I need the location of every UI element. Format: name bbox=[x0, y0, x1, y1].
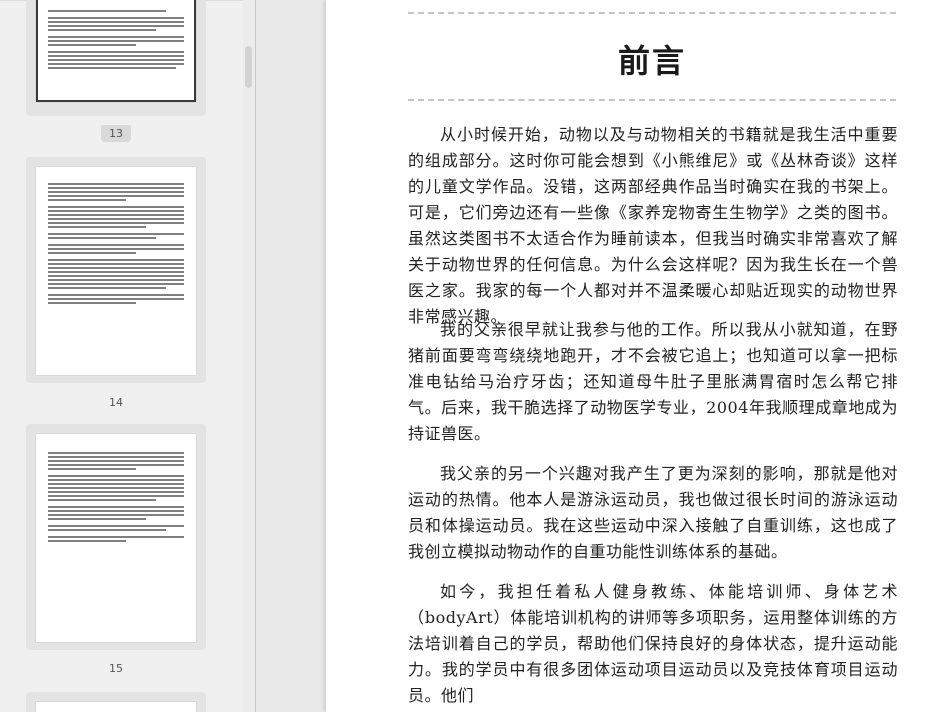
thumbnail-page-14-preview[interactable] bbox=[36, 167, 196, 375]
paragraph-4: 如今，我担任着私人健身教练、体能培训师、身体艺术（bodyArt）体能培训机构的… bbox=[408, 582, 898, 705]
paragraph-3: 我父亲的另一个兴趣对我产生了更为深刻的影响，那就是他对运动的热情。他本人是游泳运… bbox=[408, 464, 898, 561]
paragraph-2: 我的父亲很早就让我参与他的工作。所以我从小就知道，在野猪前面要弯弯绕绕地跑开，才… bbox=[408, 320, 898, 443]
viewer-background bbox=[256, 0, 326, 712]
thumbnail-sidebar: 13 14 15 bbox=[0, 0, 243, 712]
thumbnail-page-16-preview[interactable] bbox=[36, 702, 196, 712]
thumbnail-label-13: 13 bbox=[101, 125, 131, 142]
paragraph-1: 从小时候开始，动物以及与动物相关的书籍就是我生活中重要的组成部分。这时你可能会想… bbox=[408, 125, 898, 326]
thumbnail-page-15[interactable] bbox=[26, 424, 206, 650]
sidebar-scrollbar-track[interactable] bbox=[243, 0, 255, 712]
title-bottom-rule bbox=[408, 99, 896, 101]
sidebar-scrollbar-thumb[interactable] bbox=[245, 46, 252, 88]
title-top-rule bbox=[408, 12, 896, 14]
thumbnail-page-13-preview[interactable] bbox=[36, 0, 196, 102]
thumbnail-page-15-preview[interactable] bbox=[36, 434, 196, 642]
thumbnail-page-16[interactable] bbox=[26, 692, 206, 712]
thumbnail-label-15: 15 bbox=[109, 662, 123, 675]
thumbnail-page-13[interactable] bbox=[26, 0, 206, 116]
thumbnail-page-14[interactable] bbox=[26, 157, 206, 383]
thumbnail-label-14: 14 bbox=[109, 396, 123, 409]
document-page: 前言 从小时候开始，动物以及与动物相关的书籍就是我生活中重要的组成部分。这时你可… bbox=[326, 0, 933, 712]
page-title: 前言 bbox=[617, 42, 686, 80]
